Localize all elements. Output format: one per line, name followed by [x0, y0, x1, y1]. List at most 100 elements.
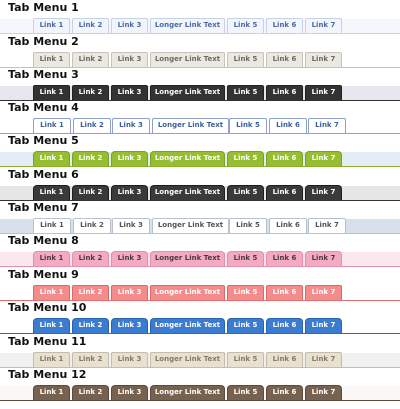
tab-link-7[interactable]: Link 7 — [305, 285, 342, 300]
tab-link-1[interactable]: Link 1 — [33, 218, 71, 233]
tab-menu-title: Tab Menu 3 — [8, 68, 79, 81]
tab-menu-7: Tab Menu 7 Link 1 Link 2 Link 3 Longer Link … — [0, 200, 400, 234]
tab-link-7[interactable]: Link 7 — [305, 352, 342, 367]
tab-link-6[interactable]: Link 6 — [266, 251, 303, 266]
tab-link-3[interactable]: Link 3 — [111, 85, 148, 100]
tab-link-4[interactable]: Longer Link Text — [150, 151, 225, 166]
tab-link-6[interactable]: Link 6 — [266, 285, 303, 300]
tab-menu-title: Tab Menu 8 — [8, 234, 79, 247]
tab-link-5[interactable]: Link 5 — [227, 185, 264, 200]
tab-link-1[interactable]: Link 1 — [33, 85, 70, 100]
tab-link-6[interactable]: Link 6 — [269, 218, 307, 233]
tab-link-2[interactable]: Link 2 — [73, 118, 111, 133]
tab-link-6[interactable]: Link 6 — [266, 52, 303, 67]
tab-menu-title: Tab Menu 1 — [8, 1, 79, 14]
tab-link-5[interactable]: Link 5 — [227, 151, 264, 166]
tab-link-3[interactable]: Link 3 — [111, 185, 148, 200]
tab-menu-6: Tab Menu 6 Link 1 Link 2 Link 3 Longer Link … — [0, 167, 400, 201]
tab-link-5[interactable]: Link 5 — [227, 285, 264, 300]
tab-link-5[interactable]: Link 5 — [227, 85, 264, 100]
tab-link-4[interactable]: Longer Link Text — [150, 352, 225, 367]
tab-link-1[interactable]: Link 1 — [33, 151, 70, 166]
tab-link-4[interactable]: Longer Link Text — [150, 185, 225, 200]
tab-link-5[interactable]: Link 5 — [227, 52, 264, 67]
tab-link-5[interactable]: Link 5 — [227, 251, 264, 266]
tab-menu-4: Tab Menu 4 Link 1 Link 2 Link 3 Longer Link … — [0, 100, 400, 134]
tab-link-7[interactable]: Link 7 — [305, 52, 342, 67]
tab-link-7[interactable]: Link 7 — [305, 185, 342, 200]
tab-link-6[interactable]: Link 6 — [266, 151, 303, 166]
tab-link-2[interactable]: Link 2 — [72, 185, 109, 200]
tab-link-4[interactable]: Longer Link Text — [150, 385, 225, 400]
tab-link-1[interactable]: Link 1 — [33, 318, 70, 333]
tab-menu-12: Tab Menu 12 Link 1 Link 2 Link 3 Longer Link… — [0, 367, 400, 401]
tab-menu-title: Tab Menu 6 — [8, 168, 79, 181]
tab-link-7[interactable]: Link 7 — [305, 385, 342, 400]
tab-link-5[interactable]: Link 5 — [227, 385, 264, 400]
tab-menu-title: Tab Menu 11 — [8, 335, 87, 348]
tab-link-5[interactable]: Link 5 — [229, 218, 267, 233]
tab-link-3[interactable]: Link 3 — [111, 285, 148, 300]
tab-link-4[interactable]: Longer Link Text — [150, 18, 225, 33]
tab-link-2[interactable]: Link 2 — [72, 285, 109, 300]
tab-menu-11: Tab Menu 11 Link 1 Link 2 Link 3 Longer Link… — [0, 334, 400, 368]
tab-link-4[interactable]: Longer Link Text — [150, 85, 225, 100]
tab-link-5[interactable]: Link 5 — [227, 352, 264, 367]
tab-link-2[interactable]: Link 2 — [73, 218, 111, 233]
tab-link-3[interactable]: Link 3 — [111, 251, 148, 266]
tab-link-6[interactable]: Link 6 — [266, 352, 303, 367]
tab-link-6[interactable]: Link 6 — [266, 85, 303, 100]
tab-link-7[interactable]: Link 7 — [305, 251, 342, 266]
tab-link-4[interactable]: Longer Link Text — [152, 218, 229, 233]
tab-link-3[interactable]: Link 3 — [112, 218, 150, 233]
tab-link-3[interactable]: Link 3 — [111, 52, 148, 67]
tab-link-4[interactable]: Longer Link Text — [150, 251, 225, 266]
tab-link-7[interactable]: Link 7 — [305, 151, 342, 166]
tab-link-7[interactable]: Link 7 — [305, 85, 342, 100]
tab-link-3[interactable]: Link 3 — [111, 151, 148, 166]
tab-link-3[interactable]: Link 3 — [111, 318, 148, 333]
tab-link-3[interactable]: Link 3 — [111, 385, 148, 400]
tab-link-2[interactable]: Link 2 — [72, 18, 109, 33]
tab-link-7[interactable]: Link 7 — [308, 218, 346, 233]
tab-link-1[interactable]: Link 1 — [33, 251, 70, 266]
tab-link-1[interactable]: Link 1 — [33, 285, 70, 300]
tab-link-1[interactable]: Link 1 — [33, 385, 70, 400]
tab-link-5[interactable]: Link 5 — [227, 18, 264, 33]
tab-link-3[interactable]: Link 3 — [111, 352, 148, 367]
tab-link-4[interactable]: Longer Link Text — [150, 285, 225, 300]
tab-link-6[interactable]: Link 6 — [269, 118, 307, 133]
tab-menu-2: Tab Menu 2 Link 1 Link 2 Link 3 Longer Link … — [0, 34, 400, 68]
tab-menu-title: Tab Menu 12 — [8, 368, 87, 381]
tab-link-2[interactable]: Link 2 — [72, 318, 109, 333]
tab-link-3[interactable]: Link 3 — [111, 18, 148, 33]
tab-link-6[interactable]: Link 6 — [266, 385, 303, 400]
tab-link-4[interactable]: Longer Link Text — [150, 318, 225, 333]
tab-link-1[interactable]: Link 1 — [33, 18, 70, 33]
tab-link-6[interactable]: Link 6 — [266, 318, 303, 333]
tab-link-5[interactable]: Link 5 — [227, 318, 264, 333]
tab-link-1[interactable]: Link 1 — [33, 118, 71, 133]
tab-link-7[interactable]: Link 7 — [305, 18, 342, 33]
tab-menu-5: Tab Menu 5 Link 1 Link 2 Link 3 Longer Link … — [0, 133, 400, 167]
tab-link-2[interactable]: Link 2 — [72, 385, 109, 400]
tab-link-6[interactable]: Link 6 — [266, 185, 303, 200]
tab-menu-3: Tab Menu 3 Link 1 Link 2 Link 3 Longer Link … — [0, 67, 400, 101]
tab-link-3[interactable]: Link 3 — [112, 118, 150, 133]
tab-link-1[interactable]: Link 1 — [33, 352, 70, 367]
tab-link-2[interactable]: Link 2 — [72, 251, 109, 266]
tab-link-2[interactable]: Link 2 — [72, 151, 109, 166]
tab-link-6[interactable]: Link 6 — [266, 18, 303, 33]
tab-menu-title: Tab Menu 4 — [8, 101, 79, 114]
tab-link-7[interactable]: Link 7 — [308, 118, 346, 133]
tab-link-5[interactable]: Link 5 — [229, 118, 267, 133]
tab-link-7[interactable]: Link 7 — [305, 318, 342, 333]
tab-link-4[interactable]: Longer Link Text — [152, 118, 229, 133]
tab-menu-10: Tab Menu 10 Link 1 Link 2 Link 3 Longer Link… — [0, 300, 400, 334]
tab-link-2[interactable]: Link 2 — [72, 85, 109, 100]
tab-link-1[interactable]: Link 1 — [33, 52, 70, 67]
tab-link-1[interactable]: Link 1 — [33, 185, 70, 200]
tab-link-2[interactable]: Link 2 — [72, 352, 109, 367]
tab-link-4[interactable]: Longer Link Text — [150, 52, 225, 67]
tab-link-2[interactable]: Link 2 — [72, 52, 109, 67]
